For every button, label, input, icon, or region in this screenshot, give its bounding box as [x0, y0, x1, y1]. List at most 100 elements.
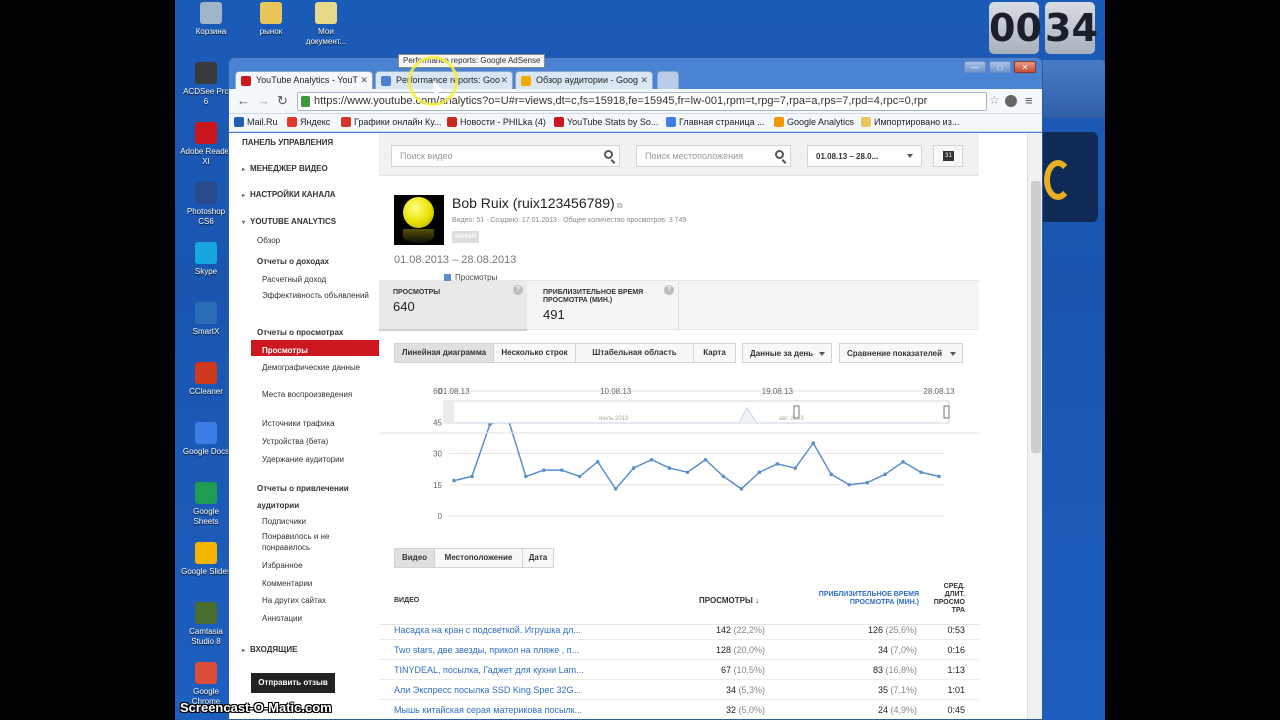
address-bar[interactable]: https://www.youtube.com/analytics?o=U#r=…: [297, 92, 987, 111]
data-point[interactable]: [811, 441, 816, 445]
sidebar-item[interactable]: Устройства (бета): [262, 436, 372, 447]
browser-tab[interactable]: Обзор аудитории - Goog ✕: [515, 71, 653, 89]
table-row[interactable]: Мышь китайская серая материкова посылк..…: [379, 700, 979, 719]
sidebar-item[interactable]: Аннотации: [262, 613, 372, 624]
bookmark-item[interactable]: Новости - PHILka (4): [447, 117, 546, 127]
location-search-input[interactable]: Поиск местоположения: [636, 145, 791, 167]
data-point[interactable]: [577, 474, 582, 479]
desktop-icon[interactable]: рынок: [245, 2, 297, 37]
data-point[interactable]: [847, 482, 851, 487]
date-range-dropdown[interactable]: 01.08.13 – 28.0...: [807, 145, 922, 167]
calendar-button[interactable]: 31: [933, 145, 963, 167]
desktop-icon[interactable]: Photoshop CS6: [180, 182, 232, 227]
sidebar-item[interactable]: Эффективность объявлений: [262, 290, 372, 301]
navigator-left-handle[interactable]: [793, 405, 800, 419]
sidebar-item[interactable]: Места воспроизведения: [262, 389, 372, 400]
data-point[interactable]: [937, 474, 941, 479]
video-search-input[interactable]: Поиск видео: [391, 145, 620, 167]
sidebar-item[interactable]: Демографические данные: [262, 362, 372, 373]
data-point[interactable]: [595, 460, 600, 464]
data-point[interactable]: [542, 468, 546, 472]
desktop-icon[interactable]: CCleaner: [180, 362, 232, 397]
back-icon[interactable]: ←: [237, 93, 250, 108]
sidebar-item[interactable]: Подписчики: [262, 516, 372, 527]
navigator-right-handle[interactable]: [943, 405, 950, 419]
reload-icon[interactable]: ↻: [277, 93, 288, 109]
sidebar-item[interactable]: Удержание аудитории: [262, 454, 372, 465]
data-point[interactable]: [739, 487, 744, 491]
bookmark-item[interactable]: Главная страница ...: [666, 117, 765, 127]
data-point[interactable]: [919, 470, 923, 475]
range-navigator[interactable]: [443, 400, 950, 424]
tab-date[interactable]: Дата: [523, 549, 553, 567]
external-link-icon[interactable]: ⧉: [615, 201, 623, 210]
minimize-button[interactable]: —: [964, 61, 986, 73]
video-title-link[interactable]: Мышь китайская серая материкова посылк..…: [394, 705, 604, 715]
browser-tab[interactable]: YouTube Analytics - YouT ✕: [235, 71, 373, 89]
menu-icon[interactable]: ≡: [1025, 93, 1033, 108]
close-icon[interactable]: ✕: [640, 75, 648, 86]
table-row[interactable]: Насадка на кран с подсветкой. Игрушка дл…: [379, 620, 979, 640]
star-icon[interactable]: ☆: [989, 93, 1000, 107]
video-title-link[interactable]: TINYDEAL, посылка, Гаджет для кухни Lam.…: [394, 665, 604, 675]
bookmark-item[interactable]: YouTube Stats by So...: [554, 117, 658, 127]
bookmark-item[interactable]: Графики онлайн Ку...: [341, 117, 441, 127]
data-point[interactable]: [649, 457, 654, 462]
data-point[interactable]: [883, 472, 887, 477]
data-point[interactable]: [703, 457, 708, 462]
sidebar-item-overview[interactable]: Обзор: [257, 235, 367, 246]
desktop-icon[interactable]: Google Docs: [180, 422, 232, 457]
new-tab-button[interactable]: [657, 71, 679, 89]
desktop-icon[interactable]: ACDSee Pro 6: [180, 62, 232, 107]
sidebar-item[interactable]: Понравилось и не понравилось: [262, 531, 372, 553]
desktop-icon[interactable]: Мои документ...: [300, 2, 352, 47]
data-point[interactable]: [667, 466, 672, 470]
desktop-icon[interactable]: SmartX: [180, 302, 232, 337]
desktop-icon[interactable]: Camtasia Studio 8: [180, 602, 232, 647]
page-scrollbar[interactable]: [1027, 133, 1042, 719]
tab-location[interactable]: Местоположение: [435, 549, 523, 567]
bookmark-item[interactable]: Mail.Ru: [234, 117, 278, 127]
sidebar-inbox[interactable]: ▸ ВХОДЯЩИЕ: [242, 645, 297, 654]
data-point[interactable]: [757, 470, 762, 475]
data-point[interactable]: [901, 460, 905, 464]
desktop-icon[interactable]: Skype: [180, 242, 232, 277]
close-icon[interactable]: ✕: [360, 75, 368, 86]
sidebar-item[interactable]: На других сайтах: [262, 595, 372, 606]
data-point[interactable]: [613, 487, 618, 491]
data-point[interactable]: [721, 474, 726, 479]
table-row[interactable]: TINYDEAL, посылка, Гаджет для кухни Lam.…: [379, 660, 979, 680]
sidebar-item[interactable]: Избранное: [262, 560, 372, 571]
sidebar-item[interactable]: Источники трафика: [262, 418, 372, 429]
close-icon[interactable]: ✕: [500, 75, 508, 86]
data-point[interactable]: [470, 474, 474, 479]
column-avg-duration[interactable]: СРЕД. ДЛИТ. ПРОСМО ТРА: [927, 583, 965, 615]
data-point[interactable]: [865, 480, 869, 485]
column-video[interactable]: ВИДЕО: [394, 597, 419, 605]
extension-icon[interactable]: [1005, 95, 1017, 107]
table-row[interactable]: Али Экспресс посылка SSD King Spec 32G..…: [379, 680, 979, 700]
sidebar-video-manager[interactable]: ▸ МЕНЕДЖЕР ВИДЕО: [242, 164, 328, 173]
column-watch-time[interactable]: ПРИБЛИЗИТЕЛЬНОЕ ВРЕМЯ ПРОСМОТРА (МИН.): [804, 591, 919, 607]
close-window-button[interactable]: ✕: [1014, 61, 1036, 73]
forward-icon[interactable]: →: [257, 93, 270, 108]
bookmark-item[interactable]: Яндекс: [287, 117, 330, 127]
desktop-icon[interactable]: Google Sheets: [180, 482, 232, 527]
video-title-link[interactable]: Насадка на кран с подсветкой. Игрушка дл…: [394, 625, 604, 635]
sidebar-item[interactable]: Просмотры: [262, 345, 372, 356]
sidebar-item[interactable]: Расчетный доход: [262, 274, 372, 285]
sidebar-analytics[interactable]: ▾ YOUTUBE ANALYTICS: [242, 217, 336, 226]
data-point[interactable]: [685, 470, 690, 475]
desktop-icon[interactable]: Google Slides: [180, 542, 232, 577]
video-title-link[interactable]: Two stars, две звезды, прикол на пляже ,…: [394, 645, 604, 655]
data-point[interactable]: [452, 478, 456, 483]
send-feedback-button[interactable]: Отправить отзыв: [251, 673, 335, 693]
data-point[interactable]: [631, 466, 636, 470]
sidebar-channel-settings[interactable]: ▸ НАСТРОЙКИ КАНАЛА: [242, 190, 336, 199]
maximize-button[interactable]: □: [989, 61, 1011, 73]
column-views[interactable]: ПРОСМОТРЫ ↓: [699, 597, 759, 605]
data-point[interactable]: [559, 468, 564, 472]
bookmark-item[interactable]: Импортировано из...: [861, 117, 959, 127]
channel-avatar[interactable]: [394, 195, 444, 245]
data-point[interactable]: [793, 466, 798, 470]
